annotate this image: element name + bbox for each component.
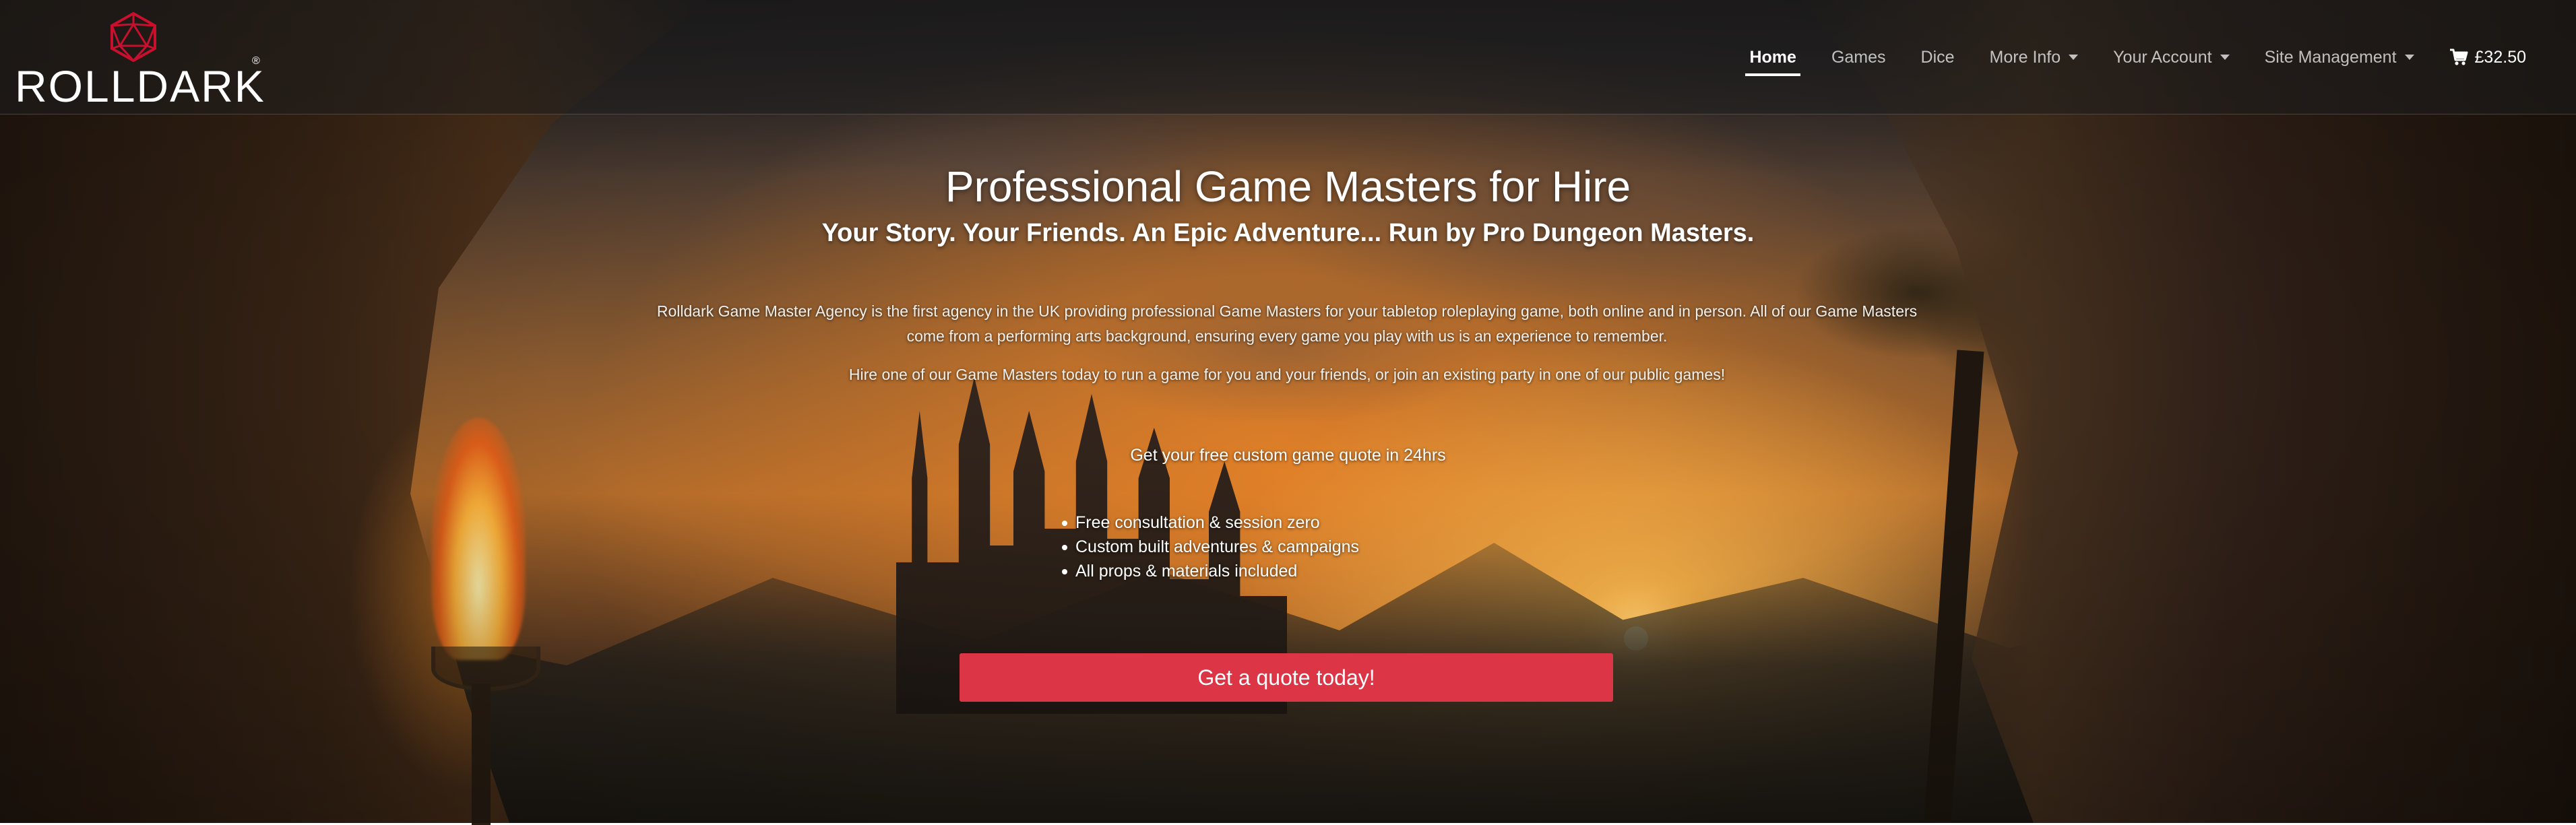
hero-section: Professional Game Masters for Hire Your … [0,0,2576,823]
feature-item: All props & materials included [1061,559,1359,583]
hero-description-secondary: Hire one of our Game Masters today to ru… [848,366,1726,383]
get-quote-button[interactable]: Get a quote today! [960,653,1613,702]
hero-subtitle: Your Story. Your Friends. An Epic Advent… [821,219,1755,247]
hero-title: Professional Game Masters for Hire [945,162,1631,211]
feature-item: Custom built adventures & campaigns [1061,535,1359,559]
quote-heading: Get your free custom game quote in 24hrs [1130,446,1446,465]
feature-list: Free consultation & session zero Custom … [1061,510,1359,583]
feature-item: Free consultation & session zero [1061,510,1359,535]
hero-description: Rolldark Game Master Agency is the first… [656,302,1918,345]
